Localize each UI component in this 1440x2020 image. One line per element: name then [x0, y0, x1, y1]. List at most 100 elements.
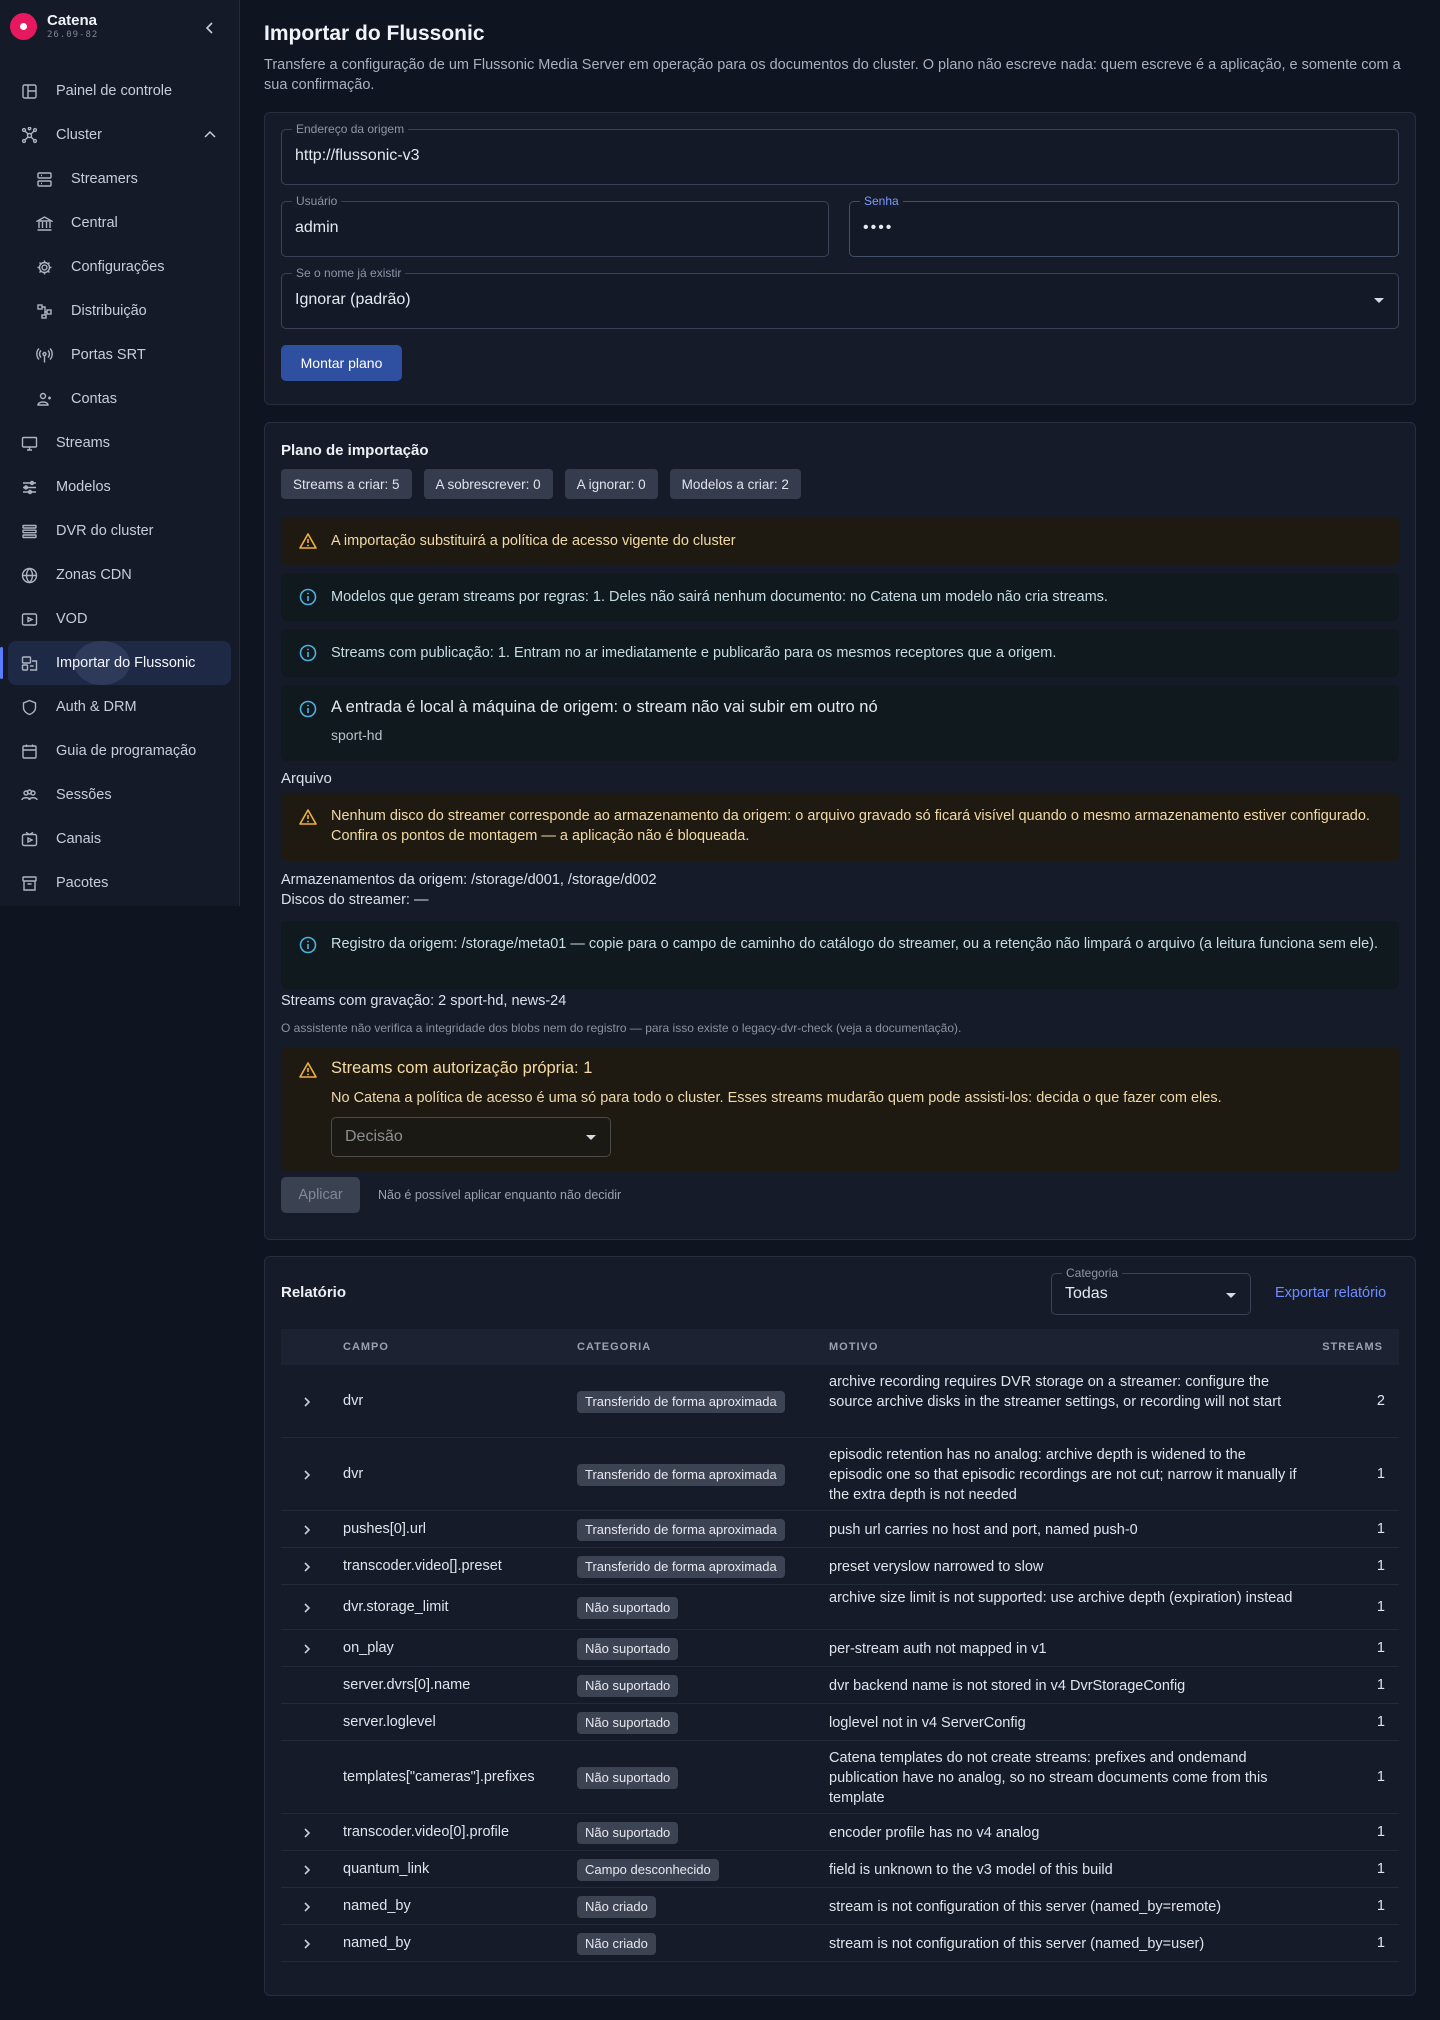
- chevron-right-icon[interactable]: [301, 1827, 313, 1839]
- bank-icon: [36, 216, 53, 231]
- sidebar-item-label: Streamers: [71, 171, 138, 187]
- warning-icon: [299, 533, 317, 549]
- build-plan-button[interactable]: Montar plano: [281, 345, 402, 381]
- apply-button[interactable]: Aplicar: [281, 1177, 360, 1213]
- table-body: dvr Transferido de forma aproximada archiv…: [281, 1365, 1399, 1962]
- table-row[interactable]: named_by Não criado stream is not configur…: [281, 1888, 1399, 1925]
- chevron-right-icon[interactable]: [301, 1602, 313, 1614]
- sidebar-nav: Painel de controle Cluster Streamers Centra…: [0, 69, 231, 905]
- sidebar-item-label: Pacotes: [56, 875, 109, 891]
- table-row[interactable]: transcoder.video[0].profile Não suportado…: [281, 1814, 1399, 1851]
- col-field[interactable]: CAMPO: [343, 1341, 389, 1353]
- sidebar-item-modelos[interactable]: Modelos: [8, 465, 231, 509]
- table-row[interactable]: dvr Transferido de forma aproximada episod…: [281, 1438, 1399, 1511]
- row-field: server.dvrs[0].name: [343, 1676, 471, 1693]
- caret-down-icon: [586, 1135, 596, 1140]
- info-icon: [299, 644, 317, 662]
- source-address-field[interactable]: Endereço da origem http://flussonic-v3: [281, 122, 1399, 185]
- col-category[interactable]: CATEGORIA: [577, 1341, 651, 1353]
- sidebar-item-pacotes[interactable]: Pacotes: [8, 861, 231, 905]
- table-row[interactable]: named_by Não criado stream is not configur…: [281, 1925, 1399, 1962]
- user-field[interactable]: Usuário admin: [281, 194, 829, 257]
- sidebar-item-label: Importar do Flussonic: [56, 655, 196, 671]
- users-icon: [21, 789, 38, 801]
- export-report-link[interactable]: Exportar relatório: [1275, 1285, 1386, 1301]
- chip-models-create: Modelos a criar: 2: [669, 469, 801, 499]
- table-row[interactable]: dvr.storage_limit Não suportado archive si…: [281, 1585, 1399, 1630]
- antenna-icon: [36, 348, 53, 363]
- sidebar-item-label: Configurações: [71, 259, 165, 275]
- sidebar-item-portas-srt[interactable]: Portas SRT: [8, 333, 231, 377]
- conflict-select[interactable]: Se o nome já existir Ignorar (padrão): [281, 266, 1399, 329]
- app-name: Catena: [47, 12, 98, 29]
- info-icon: [299, 936, 317, 954]
- sidebar-item-dvr-do-cluster[interactable]: DVR do cluster: [8, 509, 231, 553]
- chevron-right-icon[interactable]: [301, 1469, 313, 1481]
- category-value: Todas: [1065, 1285, 1108, 1302]
- sidebar-item-guia-de-programacao[interactable]: Guia de programação: [8, 729, 231, 773]
- chevron-right-icon[interactable]: [301, 1524, 313, 1536]
- sidebar-item-label: Zonas CDN: [56, 567, 132, 583]
- table-row[interactable]: pushes[0].url Transferido de forma aproxi…: [281, 1511, 1399, 1548]
- sidebar-item-cluster[interactable]: Cluster: [8, 113, 231, 157]
- row-reason: archive recording requires DVR storage o…: [829, 1373, 1282, 1410]
- sidebar-item-streams[interactable]: Streams: [8, 421, 231, 465]
- caret-down-icon: [1374, 298, 1384, 303]
- table-row[interactable]: quantum_link Campo desconhecido field is u…: [281, 1851, 1399, 1888]
- publish-info-text: Streams com publicação: 1. Entram no ar …: [331, 645, 1057, 661]
- sidebar-item-label: Cluster: [56, 127, 102, 143]
- row-field: named_by: [343, 1934, 411, 1951]
- registry-info-text: Registro da origem: /storage/meta01 — co…: [331, 936, 1379, 952]
- col-reason[interactable]: MOTIVO: [829, 1341, 878, 1353]
- conflict-value: Ignorar (padrão): [295, 291, 411, 308]
- import-form-card: Endereço da origem http://flussonic-v3 U…: [264, 112, 1416, 405]
- table-row: templates["cameras"].prefixes Não suporta…: [281, 1741, 1399, 1814]
- decision-select[interactable]: Decisão: [331, 1117, 611, 1157]
- sidebar-item-streamers[interactable]: Streamers: [8, 157, 231, 201]
- sidebar-item-distribuicao[interactable]: Distribuição: [8, 289, 231, 333]
- chevron-right-icon[interactable]: [301, 1901, 313, 1913]
- sidebar-item-configuracoes[interactable]: Configurações: [8, 245, 231, 289]
- row-category-badge: Não suportado: [577, 1637, 679, 1660]
- chevron-right-icon[interactable]: [301, 1643, 313, 1655]
- page-title: Importar do Flussonic: [264, 22, 485, 45]
- sidebar-item-label: VOD: [56, 611, 88, 627]
- sidebar-item-canais[interactable]: Canais: [8, 817, 231, 861]
- row-category-badge: Não suportado: [577, 1766, 679, 1789]
- sidebar-item-sessoes[interactable]: Sessões: [8, 773, 231, 817]
- row-streams-count: 1: [1376, 1557, 1385, 1574]
- password-field[interactable]: Senha ••••: [849, 194, 1399, 257]
- chevron-right-icon[interactable]: [301, 1938, 313, 1950]
- row-reason: per-stream auth not mapped in v1: [829, 1640, 1047, 1657]
- plan-title: Plano de importação: [281, 442, 429, 459]
- sidebar-item-auth-drm[interactable]: Auth & DRM: [8, 685, 231, 729]
- category-select[interactable]: Categoria Todas: [1051, 1266, 1251, 1315]
- row-streams-count: 1: [1376, 1768, 1385, 1785]
- chevron-right-icon[interactable]: [301, 1561, 313, 1573]
- brand[interactable]: Catena 26.09-82: [10, 12, 98, 40]
- sidebar-item-label: DVR do cluster: [56, 523, 154, 539]
- sidebar-item-importar-do-flussonic[interactable]: Importar do Flussonic: [0, 641, 231, 685]
- sidebar-item-central[interactable]: Central: [8, 201, 231, 245]
- local-input-stream: sport-hd: [331, 727, 383, 743]
- globe-icon: [21, 567, 38, 584]
- sidebar-item-zonas-cdn[interactable]: Zonas CDN: [8, 553, 231, 597]
- row-streams-count: 1: [1376, 1934, 1385, 1951]
- col-streams[interactable]: STREAMS: [1322, 1341, 1383, 1353]
- row-reason: stream is not configuration of this serv…: [829, 1898, 1222, 1915]
- sidebar-item-painel-de-controle[interactable]: Painel de controle: [8, 69, 231, 113]
- row-category-badge: Transferido de forma aproximada: [577, 1463, 785, 1486]
- chevron-right-icon[interactable]: [301, 1396, 313, 1408]
- table-row[interactable]: on_play Não suportado per-stream auth not …: [281, 1630, 1399, 1667]
- sidebar-item-contas[interactable]: Contas: [8, 377, 231, 421]
- row-reason: push url carries no host and port, named…: [829, 1521, 1138, 1538]
- sidebar-item-label: Central: [71, 215, 118, 231]
- collapse-sidebar-button[interactable]: [200, 18, 220, 38]
- chevron-up-icon[interactable]: [203, 128, 217, 142]
- table-row[interactable]: transcoder.video[].preset Transferido de …: [281, 1548, 1399, 1585]
- chevron-right-icon[interactable]: [301, 1864, 313, 1876]
- row-streams-count: 1: [1376, 1520, 1385, 1537]
- sidebar-item-vod[interactable]: VOD: [8, 597, 231, 641]
- report-table: CAMPO CATEGORIA MOTIVO STREAMS dvr Transf…: [281, 1329, 1399, 1962]
- table-row[interactable]: dvr Transferido de forma aproximada archiv…: [281, 1365, 1399, 1438]
